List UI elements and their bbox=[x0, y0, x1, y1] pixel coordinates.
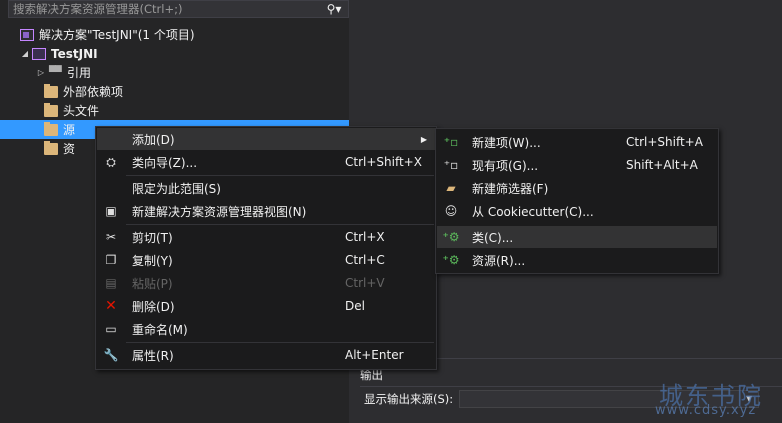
menu-item-shortcut: Del bbox=[345, 299, 365, 313]
search-icon[interactable]: ⚲▾ bbox=[320, 1, 348, 17]
menu-item-class-wizard[interactable]: ⛭ 类向导(Z)... Ctrl+Shift+X bbox=[97, 151, 435, 173]
tree-item-project[interactable]: ◢ TestJNI bbox=[0, 44, 349, 63]
properties-icon: 🔧 bbox=[103, 348, 119, 362]
menu-item-label: 粘贴(P) bbox=[132, 276, 173, 291]
project-icon bbox=[32, 47, 46, 60]
tree-item-label: 解决方案"TestJNI"(1 个项目) bbox=[39, 28, 195, 42]
tree-item-label: 头文件 bbox=[63, 104, 100, 118]
tree-item-references[interactable]: ▷ 引用 bbox=[0, 63, 349, 82]
folder-icon bbox=[44, 121, 58, 136]
menu-item-label: 类(C)... bbox=[472, 230, 514, 245]
cut-icon: ✂ bbox=[105, 230, 117, 244]
menu-item-shortcut: Ctrl+Shift+A bbox=[626, 135, 703, 149]
menu-item-label: 新建项(W)... bbox=[472, 135, 541, 150]
copy-icon: ❐ bbox=[105, 253, 117, 267]
menu-item-label: 现有项(G)... bbox=[472, 158, 539, 173]
folder-icon bbox=[44, 102, 58, 117]
menu-item-new-explorer-view[interactable]: ▣ 新建解决方案资源管理器视图(N) bbox=[97, 200, 435, 222]
menu-separator bbox=[126, 342, 434, 343]
menu-item-label: 属性(R) bbox=[132, 348, 174, 363]
menu-item-label: 从 Cookiecutter(C)... bbox=[472, 204, 594, 219]
tree-item-external-deps[interactable]: 外部依赖项 bbox=[0, 82, 349, 101]
menu-item-label: 添加(D) bbox=[132, 132, 175, 147]
menu-item-label: 资源(R)... bbox=[472, 253, 526, 268]
submenu-arrow-icon: ▶ bbox=[420, 134, 427, 144]
menu-item-delete[interactable]: ✕ 删除(D) Del bbox=[97, 295, 435, 317]
tree-item-header-files[interactable]: 头文件 bbox=[0, 101, 349, 120]
folder-icon bbox=[44, 83, 58, 98]
tree-item-label: 外部依赖项 bbox=[63, 85, 124, 99]
submenu-item-new-filter[interactable]: ▰ 新建筛选器(F) bbox=[437, 177, 717, 199]
existing-item-icon: ⁺▫ bbox=[443, 158, 459, 172]
menu-item-copy[interactable]: ❐ 复制(Y) Ctrl+C bbox=[97, 249, 435, 271]
menu-item-shortcut: Ctrl+C bbox=[345, 253, 385, 267]
menu-item-shortcut: Ctrl+Shift+X bbox=[345, 155, 422, 169]
menu-item-paste: ▤ 粘贴(P) Ctrl+V bbox=[97, 272, 435, 294]
expand-icon[interactable]: ▷ bbox=[34, 68, 48, 77]
tree-item-solution[interactable]: 解决方案"TestJNI"(1 个项目) bbox=[0, 25, 349, 44]
menu-item-shortcut: Ctrl+V bbox=[345, 276, 385, 290]
tree-item-label: 源 bbox=[63, 123, 76, 137]
submenu-item-existing-item[interactable]: ⁺▫ 现有项(G)... Shift+Alt+A bbox=[437, 154, 717, 176]
new-view-icon: ▣ bbox=[105, 204, 117, 218]
menu-item-label: 复制(Y) bbox=[132, 253, 173, 268]
menu-item-label: 删除(D) bbox=[132, 299, 175, 314]
references-icon bbox=[48, 64, 63, 79]
submenu-item-new-item[interactable]: ⁺▫ 新建项(W)... Ctrl+Shift+A bbox=[437, 131, 717, 153]
folder-icon bbox=[44, 140, 58, 155]
paste-icon: ▤ bbox=[105, 276, 117, 290]
menu-item-label: 新建筛选器(F) bbox=[472, 181, 549, 196]
context-menu: 添加(D) ▶ ⛭ 类向导(Z)... Ctrl+Shift+X 限定为此范围(… bbox=[95, 126, 437, 370]
new-filter-icon: ▰ bbox=[446, 181, 456, 195]
menu-item-label: 类向导(Z)... bbox=[132, 155, 198, 170]
menu-separator bbox=[126, 175, 434, 176]
search-input[interactable] bbox=[9, 1, 320, 17]
menu-item-label: 新建解决方案资源管理器视图(N) bbox=[132, 204, 307, 219]
class-wizard-icon: ⛭ bbox=[106, 154, 116, 169]
menu-item-add[interactable]: 添加(D) ▶ bbox=[97, 128, 435, 150]
rename-icon: ▭ bbox=[105, 322, 117, 336]
menu-item-label: 重命名(M) bbox=[132, 322, 188, 337]
menu-item-cut[interactable]: ✂ 剪切(T) Ctrl+X bbox=[97, 226, 435, 248]
menu-item-label: 剪切(T) bbox=[132, 230, 173, 245]
tree-item-label: 资 bbox=[63, 142, 76, 156]
menu-item-rename[interactable]: ▭ 重命名(M) bbox=[97, 318, 435, 340]
cookiecutter-icon: ☺ bbox=[444, 204, 458, 218]
add-submenu: ⁺▫ 新建项(W)... Ctrl+Shift+A ⁺▫ 现有项(G)... S… bbox=[435, 128, 719, 274]
new-item-icon: ⁺▫ bbox=[443, 135, 459, 149]
expand-collapse-icon[interactable]: ◢ bbox=[18, 49, 32, 58]
solution-explorer-search: ⚲▾ bbox=[8, 0, 349, 18]
delete-icon: ✕ bbox=[105, 298, 117, 314]
submenu-item-resource[interactable]: ⁺⚙ 资源(R)... bbox=[437, 249, 717, 271]
menu-item-scope-to-this[interactable]: 限定为此范围(S) bbox=[97, 177, 435, 199]
output-source-label: 显示输出来源(S): bbox=[364, 391, 454, 406]
tree-item-label: 引用 bbox=[67, 66, 92, 80]
menu-item-shortcut: Ctrl+X bbox=[345, 230, 385, 244]
submenu-item-class[interactable]: ⁺⚙ 类(C)... bbox=[437, 226, 717, 248]
submenu-item-cookiecutter[interactable]: ☺ 从 Cookiecutter(C)... bbox=[437, 200, 717, 222]
tree-item-label: TestJNI bbox=[51, 46, 98, 61]
menu-item-label: 限定为此范围(S) bbox=[132, 181, 221, 196]
menu-item-properties[interactable]: 🔧 属性(R) Alt+Enter bbox=[97, 344, 435, 366]
watermark-url: www.cdsy.xyz bbox=[655, 403, 757, 418]
solution-icon bbox=[20, 28, 34, 41]
menu-item-shortcut: Alt+Enter bbox=[345, 348, 404, 362]
menu-separator bbox=[126, 224, 434, 225]
menu-item-shortcut: Shift+Alt+A bbox=[626, 158, 698, 172]
resource-icon: ⁺⚙ bbox=[442, 253, 460, 267]
class-icon: ⁺⚙ bbox=[442, 230, 460, 244]
